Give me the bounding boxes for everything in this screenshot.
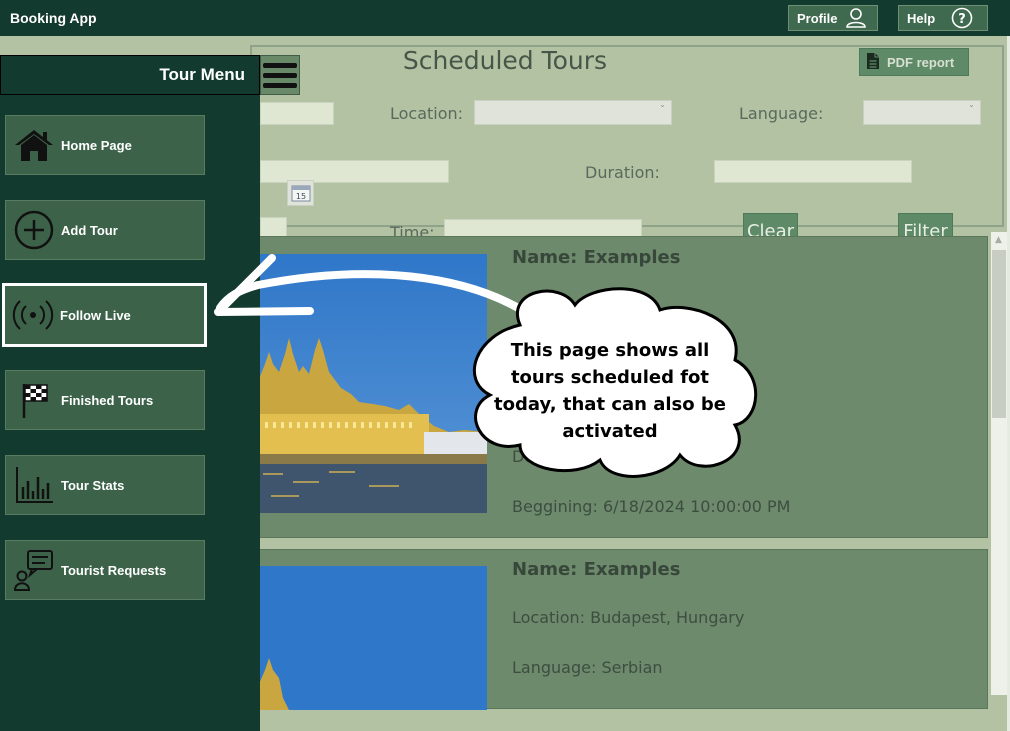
sidebar-item-finished-tours[interactable]: Finished Tours xyxy=(5,370,205,430)
app-title: Booking App xyxy=(10,10,97,26)
menu-header: Tour Menu xyxy=(0,55,260,95)
tour-image xyxy=(259,566,487,710)
sidebar-item-label: Tourist Requests xyxy=(61,562,167,578)
tooltip-text: This page shows all tours scheduled fot … xyxy=(490,337,730,445)
tooltip-line: This page shows all xyxy=(510,340,710,361)
tour-list: Name: Examples Duration: 128 hours Beggi… xyxy=(258,232,988,710)
sidebar-item-tour-stats[interactable]: Tour Stats xyxy=(5,455,205,515)
filter-panel xyxy=(250,45,1004,227)
sidebar-item-home-page[interactable]: Home Page xyxy=(5,115,205,175)
calendar-icon[interactable]: 15 xyxy=(287,180,314,206)
language-label: Language: xyxy=(739,104,824,123)
tour-location: Location: Budapest, Hungary xyxy=(512,608,745,627)
svg-text:?: ? xyxy=(958,12,966,27)
bar-chart-icon xyxy=(6,465,61,505)
language-select[interactable]: ˇ xyxy=(863,100,981,125)
help-label: Help xyxy=(907,10,936,26)
plus-circle-icon xyxy=(6,209,61,251)
tooltip-line: tours scheduled fot xyxy=(510,367,710,388)
tour-language: Language: Serbian xyxy=(512,658,663,677)
tour-beginning: Beggining: 6/18/2024 10:00:00 PM xyxy=(512,497,791,516)
sidebar-item-label: Finished Tours xyxy=(61,392,154,408)
broadcast-icon xyxy=(5,297,60,333)
profile-button[interactable]: Profile xyxy=(788,5,878,31)
location-label: Location: xyxy=(390,104,464,123)
question-icon: ? xyxy=(951,7,973,29)
sidebar-item-label: Follow Live xyxy=(60,307,131,323)
chevron-down-icon: ˇ xyxy=(660,105,665,116)
tour-menu-sidebar: Tour Menu Home Page Add Tour Follow Live… xyxy=(0,55,260,731)
sidebar-item-label: Add Tour xyxy=(61,222,118,238)
tooltip-line: today, that can also be xyxy=(494,394,726,415)
calendar-day: 15 xyxy=(295,192,305,201)
sidebar-item-label: Home Page xyxy=(61,137,132,153)
top-bar: Booking App Profile Help ? xyxy=(0,0,1010,36)
sidebar-item-tourist-requests[interactable]: Tourist Requests xyxy=(5,540,205,600)
sidebar-item-follow-live[interactable]: Follow Live xyxy=(2,283,207,347)
scrollbar-thumb[interactable] xyxy=(992,250,1006,418)
sidebar-item-label: Tour Stats xyxy=(61,477,125,493)
tour-image xyxy=(259,254,487,513)
duration-label: Duration: xyxy=(585,163,660,182)
chevron-down-icon: ˇ xyxy=(969,105,974,116)
user-chat-icon xyxy=(6,548,61,592)
location-select[interactable]: ˇ xyxy=(474,100,672,125)
help-button[interactable]: Help ? xyxy=(898,5,988,31)
home-icon xyxy=(6,128,61,162)
scroll-up-icon[interactable]: ▲ xyxy=(995,235,1002,245)
scrollbar[interactable]: ▲ xyxy=(991,232,1007,695)
hamburger-menu-icon[interactable] xyxy=(260,55,300,95)
tooltip-line: activated xyxy=(562,421,658,442)
tour-name: Name: Examples xyxy=(512,247,681,268)
duration-field[interactable] xyxy=(714,160,912,183)
checkered-flag-icon xyxy=(6,380,61,420)
profile-label: Profile xyxy=(797,10,838,26)
tour-name: Name: Examples xyxy=(512,559,681,580)
tour-duration: Duration: 128 hours xyxy=(512,447,673,466)
user-icon xyxy=(845,8,867,28)
sidebar-item-add-tour[interactable]: Add Tour xyxy=(5,200,205,260)
name-field[interactable] xyxy=(260,102,334,125)
tour-card[interactable]: Name: Examples Location: Budapest, Hunga… xyxy=(258,549,988,710)
